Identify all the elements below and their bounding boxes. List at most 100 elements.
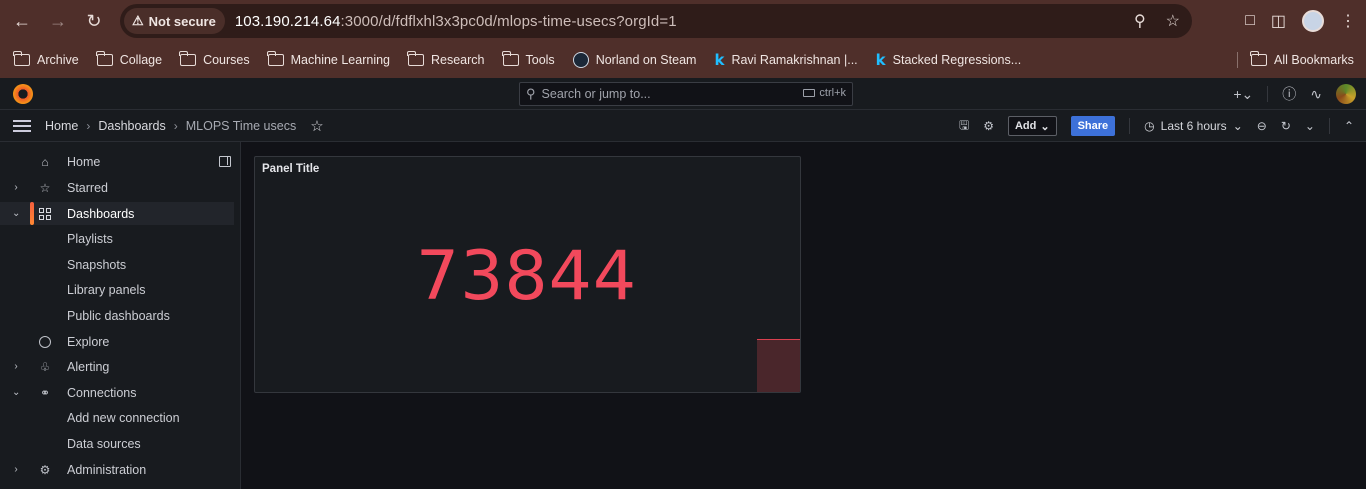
home-icon: ⌂ [41,154,49,169]
bookmark-label: Archive [37,53,79,67]
star-icon[interactable]: ☆ [310,117,323,135]
bookmark-item[interactable]: k Ravi Ramakrishnan |... [714,51,857,69]
sidebar-item-label: Explore [67,334,110,349]
plus-icon[interactable]: +⌄ [1233,86,1253,103]
stat-panel[interactable]: Panel Title 73844 [254,156,801,393]
folder-icon [407,51,424,66]
url-host: 103.190.214.64 [234,12,341,30]
forward-arrow-icon[interactable]: → [40,3,76,39]
sidebar-item-data-sources[interactable]: Data sources [0,432,234,455]
zoom-icon[interactable]: ⚲ [1134,11,1146,31]
divider [1129,118,1131,134]
bookmark-item[interactable]: Research [407,51,485,67]
sidebar-item-label: Starred [67,180,108,195]
sidepanel-icon[interactable]: ◫ [1271,11,1286,31]
chevron-right-icon[interactable]: › [12,361,20,372]
sparkline-area [757,339,800,392]
breadcrumb: Home › Dashboards › MLOPS Time usecs ☆ [45,110,324,142]
refresh-icon[interactable]: ↻ [1281,119,1291,133]
keyboard-shortcut: ctrl+k [803,87,846,99]
bookmark-label: Norland on Steam [595,53,697,67]
sidebar-item-library-panels[interactable]: Library panels [0,278,234,301]
sidebar-item-label: Playlists [67,231,113,246]
sidebar-item-snapshots[interactable]: Snapshots [0,253,234,276]
bookmark-item[interactable]: Courses [179,51,250,67]
bookmark-item[interactable]: k Stacked Regressions... [876,51,1022,69]
bookmark-label: Research [431,53,485,67]
extensions-icon[interactable]: □ [1245,12,1255,30]
folder-icon [267,51,284,66]
all-bookmarks-button[interactable]: All Bookmarks [1250,42,1354,78]
bookmark-item[interactable]: Archive [13,51,79,67]
panel-title[interactable]: Panel Title [262,163,319,175]
breadcrumb-dashboards[interactable]: Dashboards [98,119,165,133]
chevron-right-icon[interactable]: › [12,182,20,193]
bookmarks-divider [1237,52,1238,68]
add-button[interactable]: Add ⌄ [1007,116,1057,136]
breadcrumb-home[interactable]: Home [45,119,78,133]
time-range-picker[interactable]: ◷ Last 6 hours ⌄ [1144,119,1243,133]
warning-triangle-icon: ⚠ [132,13,144,28]
search-placeholder: Search or jump to... [541,87,651,101]
breadcrumb-current: MLOPS Time usecs [185,119,297,133]
url-text[interactable]: 103.190.214.64:3000/d/fdflxhl3x3pc0d/mlo… [235,13,677,30]
bookmark-label: Collage [119,53,163,67]
chevron-right-icon[interactable]: › [12,464,20,475]
add-label: Add [1014,120,1037,132]
chevron-down-icon: ⌄ [1232,119,1243,133]
bookmark-item[interactable]: Collage [96,51,163,67]
sidebar-item-playlists[interactable]: Playlists [0,227,234,250]
news-feed-icon[interactable]: ∿ [1310,86,1322,103]
chevron-down-icon[interactable]: ⌄ [12,208,20,219]
folder-icon [501,51,519,66]
sidebar-item-label: Data sources [67,436,141,451]
share-button[interactable]: Share [1070,116,1116,136]
chevron-up-icon[interactable]: ⌃ [1344,119,1354,133]
bookmark-label: Ravi Ramakrishnan |... [731,53,858,67]
sidebar-item-label: Add new connection [67,410,180,425]
menu-toggle-icon[interactable] [13,120,31,132]
sidebar-item-dashboards[interactable]: ⌄ Dashboards [0,202,234,225]
sidebar-item-add-new-connection[interactable]: Add new connection [0,406,234,429]
back-arrow-icon[interactable]: ← [4,3,40,39]
sidebar-item-public-dashboards[interactable]: Public dashboards [0,304,234,327]
security-label: Not secure [148,13,216,29]
apps-icon [38,207,52,221]
search-input[interactable]: ⚲ Search or jump to... ctrl+k [519,82,853,106]
sidebar-item-connections[interactable]: ⌄ ⚭ Connections [0,381,234,404]
sidebar-item-explore[interactable]: Explore [0,330,234,353]
folder-icon [1250,51,1267,66]
help-icon[interactable]: ⓘ [1282,84,1296,104]
sidebar-item-starred[interactable]: › ☆ Starred [0,176,234,199]
security-chip[interactable]: ⚠ Not secure [124,8,225,34]
browser-toolbar: ← → ↻ ⚠ Not secure 103.190.214.64:3000/d… [0,0,1366,42]
bookmark-label: Stacked Regressions... [892,53,1022,67]
shortcut-label: ctrl+k [819,87,846,99]
chevron-down-icon[interactable]: ⌄ [1305,119,1315,133]
settings-gear-icon[interactable]: ⚙ [983,119,994,133]
address-bar[interactable]: ⚠ Not secure 103.190.214.64:3000/d/fdflx… [120,4,1192,38]
sidebar-nav: ⌂ Home › ☆ Starred ⌄ Dashboards Playlist… [0,142,241,489]
chevron-right-icon: › [86,119,91,133]
bookmark-item[interactable]: Tools [501,51,555,67]
stat-value: 73844 [415,237,638,316]
menu-dots-icon[interactable]: ⋮ [1340,11,1356,31]
chevron-down-icon[interactable]: ⌄ [12,387,20,398]
user-avatar[interactable] [1336,84,1356,104]
bookmark-item[interactable]: Machine Learning [267,51,390,67]
sidebar-item-alerting[interactable]: › ♧ Alerting [0,355,234,378]
steam-icon [572,52,589,68]
zoom-out-icon[interactable]: ⊖ [1257,119,1267,133]
kaggle-icon: k [714,51,725,69]
save-icon[interactable]: 🖫 [959,116,969,137]
grafana-logo-icon[interactable] [13,84,33,104]
bookmark-label: Machine Learning [290,53,390,67]
chevron-right-icon: › [173,119,178,133]
cog-icon: ⚙ [39,462,51,477]
sidebar-item-administration[interactable]: › ⚙ Administration [0,458,234,481]
bookmark-star-icon[interactable]: ☆ [1166,11,1180,31]
sidebar-item-home[interactable]: ⌂ Home [0,150,234,173]
reload-icon[interactable]: ↻ [76,3,112,39]
bookmark-item[interactable]: Norland on Steam [572,52,697,68]
profile-avatar[interactable] [1302,10,1324,32]
